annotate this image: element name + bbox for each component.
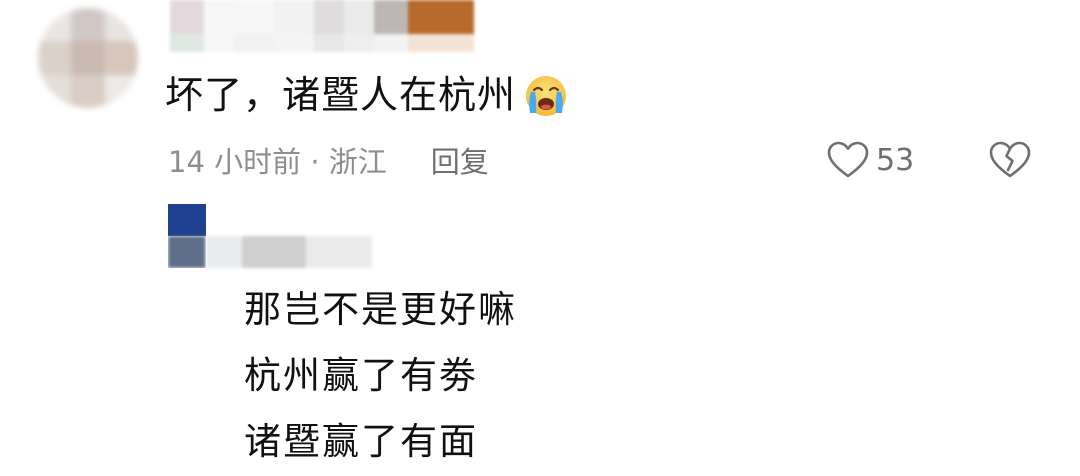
reply-button[interactable]: 回复: [431, 139, 489, 181]
reply-text-line-2: 杭州赢了有劵: [244, 354, 478, 397]
dislike-button[interactable]: [986, 138, 1034, 182]
loudly-crying-face-icon: [526, 76, 567, 116]
avatar[interactable]: [38, 8, 138, 108]
like-button[interactable]: 53: [826, 138, 914, 182]
comment-text: 坏了，诸暨人在杭州: [165, 68, 570, 122]
comment-text-content: 坏了，诸暨人在杭州: [165, 73, 517, 117]
reply-username-blurred[interactable]: [206, 236, 372, 268]
like-count: 53: [876, 142, 915, 178]
reply-text-line-3: 诸暨赢了有面: [244, 420, 478, 463]
time-location: 14 小时前 · 浙江: [168, 145, 387, 179]
reply-text-line-1: 那岂不是更好嘛: [244, 288, 517, 331]
username-blurred[interactable]: [170, 0, 474, 52]
heart-outline-icon: [827, 141, 869, 178]
comment-meta: 14 小时前 · 浙江 回复: [168, 138, 489, 182]
broken-heart-icon: [989, 141, 1031, 178]
reply-avatar[interactable]: [168, 204, 206, 268]
